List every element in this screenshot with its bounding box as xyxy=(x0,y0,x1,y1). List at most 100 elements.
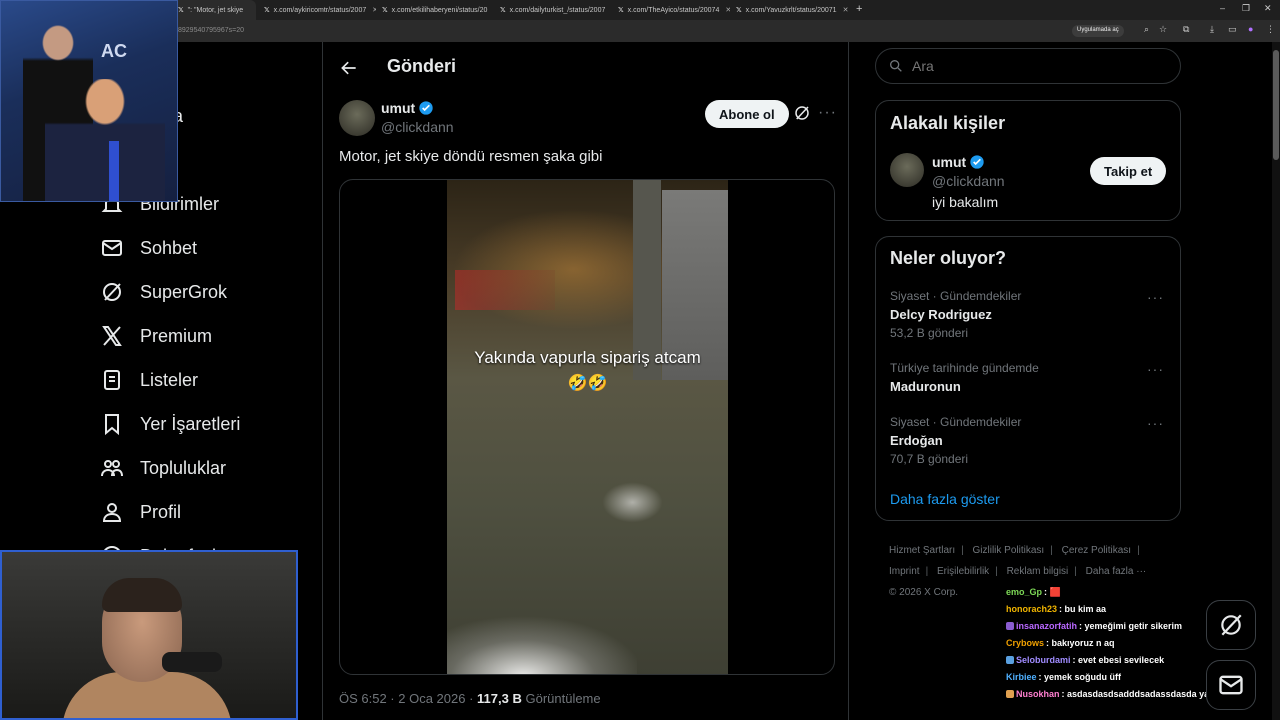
browser-tab[interactable]: 𝕏 ": "Motor, jet skiye xyxy=(172,0,256,20)
trends-panel: Neler oluyor? Siyaset · Gündemdekiler De… xyxy=(875,236,1181,521)
sidebar-item-chat[interactable]: Sohbet xyxy=(100,232,197,264)
star-icon[interactable]: ☆ xyxy=(1159,24,1167,35)
search-box[interactable] xyxy=(875,48,1181,84)
zoom-icon[interactable]: ⌕ xyxy=(1144,24,1149,35)
author-handle[interactable]: @clickdann xyxy=(381,119,454,135)
profile-icon[interactable]: ● xyxy=(1248,24,1253,34)
trend-name: Erdoğan xyxy=(890,433,943,448)
sidebar-item-label: Sohbet xyxy=(140,237,198,258)
author-name[interactable]: umut xyxy=(381,100,434,116)
sidebar-item-premium[interactable]: Premium xyxy=(100,320,212,352)
sidebar-item-profile[interactable]: Profil xyxy=(100,496,181,528)
video-caption: Yakında vapurla sipariş atcam xyxy=(474,348,701,367)
panel-title: Neler oluyor? xyxy=(890,248,1007,268)
footer-link[interactable]: Hizmet Şartları xyxy=(889,545,955,556)
verified-badge-icon xyxy=(970,155,984,169)
video-caption-emoji: 🤣🤣 xyxy=(567,375,608,392)
footer-link[interactable]: Daha fazla ··· xyxy=(1086,566,1147,577)
more-options-icon[interactable]: ··· xyxy=(1147,289,1164,305)
post-text: Motor, jet skiye döndü resmen şaka gibi xyxy=(339,148,603,165)
sidebar-item-label: Yer İşaretleri xyxy=(140,413,241,434)
post-meta: ÖS 6:52 · 2 Oca 2026 · 117,3 B Görüntüle… xyxy=(339,691,601,706)
related-user-name[interactable]: umut xyxy=(932,154,985,170)
chat-badge-icon xyxy=(1006,656,1014,664)
sidebar-item-supergrok[interactable]: SuperGrok xyxy=(100,276,227,308)
browser-tab[interactable]: 𝕏 x.com/etkilihaberyeni/status/20 ✕ xyxy=(376,0,494,20)
avatar[interactable] xyxy=(339,100,375,136)
more-options-icon[interactable]: ··· xyxy=(1147,361,1164,377)
follow-button[interactable]: Takip et xyxy=(1090,157,1167,185)
scrollbar-thumb[interactable] xyxy=(1273,50,1279,160)
browser-tab[interactable]: 𝕏 x.com/Yavuzkrlt/status/20071 ✕ xyxy=(730,0,848,20)
microphone-icon xyxy=(162,652,222,672)
x-logo-icon: 𝕏 xyxy=(736,7,742,14)
related-user-handle[interactable]: @clickdann xyxy=(932,173,1005,189)
search-input[interactable] xyxy=(912,58,1152,74)
tab-title: x.com/Yavuzkrlt/status/20071 xyxy=(745,6,837,14)
messages-floating-button[interactable] xyxy=(1206,660,1256,710)
new-tab-icon[interactable]: + xyxy=(856,3,862,15)
sidebar-item-label: Topluluklar xyxy=(140,457,227,478)
trend-name: Maduronun xyxy=(890,379,961,394)
footer-link[interactable]: Reklam bilgisi xyxy=(1007,566,1069,577)
trend-item[interactable]: Siyaset · Gündemdekiler Erdoğan 70,7 B g… xyxy=(890,415,1170,466)
minimize-icon[interactable]: – xyxy=(1220,3,1225,13)
sidebar-item-lists[interactable]: Listeler xyxy=(100,364,198,396)
trend-item[interactable]: Türkiye tarihinde gündemde Maduronun ··· xyxy=(890,361,1170,394)
verified-badge-icon xyxy=(419,101,433,115)
trend-count: 53,2 B gönderi xyxy=(890,326,969,340)
chat-username: Seloburdami xyxy=(1016,655,1071,665)
sidebar-icon[interactable]: ▭ xyxy=(1228,24,1237,35)
chat-text: 🟥 xyxy=(1049,587,1061,597)
footer-link[interactable]: Gizlilik Politikası xyxy=(973,545,1045,556)
grok-icon[interactable] xyxy=(793,104,811,122)
sidebar-item-communities[interactable]: Topluluklar xyxy=(100,452,226,484)
chat-text: bakıyoruz n aq xyxy=(1051,638,1115,648)
camera-person xyxy=(45,79,165,201)
post-column: Gönderi umut @clickdann Abone ol ··· Mot… xyxy=(322,42,849,720)
list-icon xyxy=(104,370,120,390)
streamer-webcam xyxy=(0,550,298,720)
show-more-link[interactable]: Daha fazla göster xyxy=(890,491,1000,507)
chat-badge-icon xyxy=(1006,622,1014,630)
browser-tab[interactable]: 𝕏 x.com/aykiricomtr/status/2007 ✕ xyxy=(258,0,376,20)
back-arrow-icon[interactable] xyxy=(339,58,359,78)
communities-icon xyxy=(101,460,123,477)
more-options-icon[interactable]: ··· xyxy=(1147,415,1164,431)
extensions-icon[interactable]: ⧉ xyxy=(1183,24,1189,35)
maximize-icon[interactable]: ❐ xyxy=(1242,3,1250,14)
trend-item[interactable]: Siyaset · Gündemdekiler Delcy Rodriguez … xyxy=(890,289,1170,340)
chat-username: Crybows xyxy=(1006,638,1045,648)
download-icon[interactable]: ⤓ xyxy=(1210,24,1214,35)
sidebar-item-bookmarks[interactable]: Yer İşaretleri xyxy=(100,408,240,440)
bookmark-icon xyxy=(105,414,119,436)
tab-title: x.com/etkilihaberyeni/status/20 xyxy=(391,6,488,14)
x-logo-icon: 𝕏 xyxy=(264,7,270,14)
tab-title: x.com/aykiricomtr/status/2007 xyxy=(273,6,367,14)
browser-tab[interactable]: 𝕏 x.com/dailyturkist_/status/2007 ✕ xyxy=(494,0,612,20)
person-icon xyxy=(102,503,122,522)
chat-text: bu kim aa xyxy=(1064,604,1107,614)
video-player[interactable]: Yakında vapurla sipariş atcam 🤣🤣 xyxy=(447,180,728,674)
footer-link[interactable]: Imprint xyxy=(889,566,920,577)
menu-icon[interactable]: ⋮ xyxy=(1266,24,1275,35)
browser-tab[interactable]: 𝕏 x.com/TheAyico/status/20074 ✕ xyxy=(612,0,730,20)
video-scene xyxy=(455,270,555,310)
footer-link[interactable]: Çerez Politikası xyxy=(1062,545,1131,556)
more-options-icon[interactable]: ··· xyxy=(818,104,837,122)
open-in-app-button[interactable]: Uygulamada aç xyxy=(1072,25,1124,37)
grok-floating-button[interactable] xyxy=(1206,600,1256,650)
chat-username: Kirbiee xyxy=(1006,672,1037,682)
window-close-icon[interactable]: ✕ xyxy=(1264,3,1272,14)
post-timestamp[interactable]: ÖS 6:52 · 2 Oca 2026 · xyxy=(339,691,477,706)
post-media[interactable]: Yakında vapurla sipariş atcam 🤣🤣 xyxy=(339,179,835,675)
subscribe-button[interactable]: Abone ol xyxy=(705,100,789,128)
grok-icon xyxy=(103,283,121,301)
close-icon[interactable]: ✕ xyxy=(843,6,848,14)
sidebar-item-label: Profil xyxy=(140,501,182,522)
footer-link[interactable]: Erişilebilirlik xyxy=(937,566,989,577)
avatar[interactable] xyxy=(890,153,924,187)
url-field[interactable]: 8929540795967s=20 xyxy=(178,27,244,34)
related-people-panel: Alakalı kişiler umut @clickdann iyi baka… xyxy=(875,100,1181,221)
page-title: Gönderi xyxy=(387,56,457,76)
